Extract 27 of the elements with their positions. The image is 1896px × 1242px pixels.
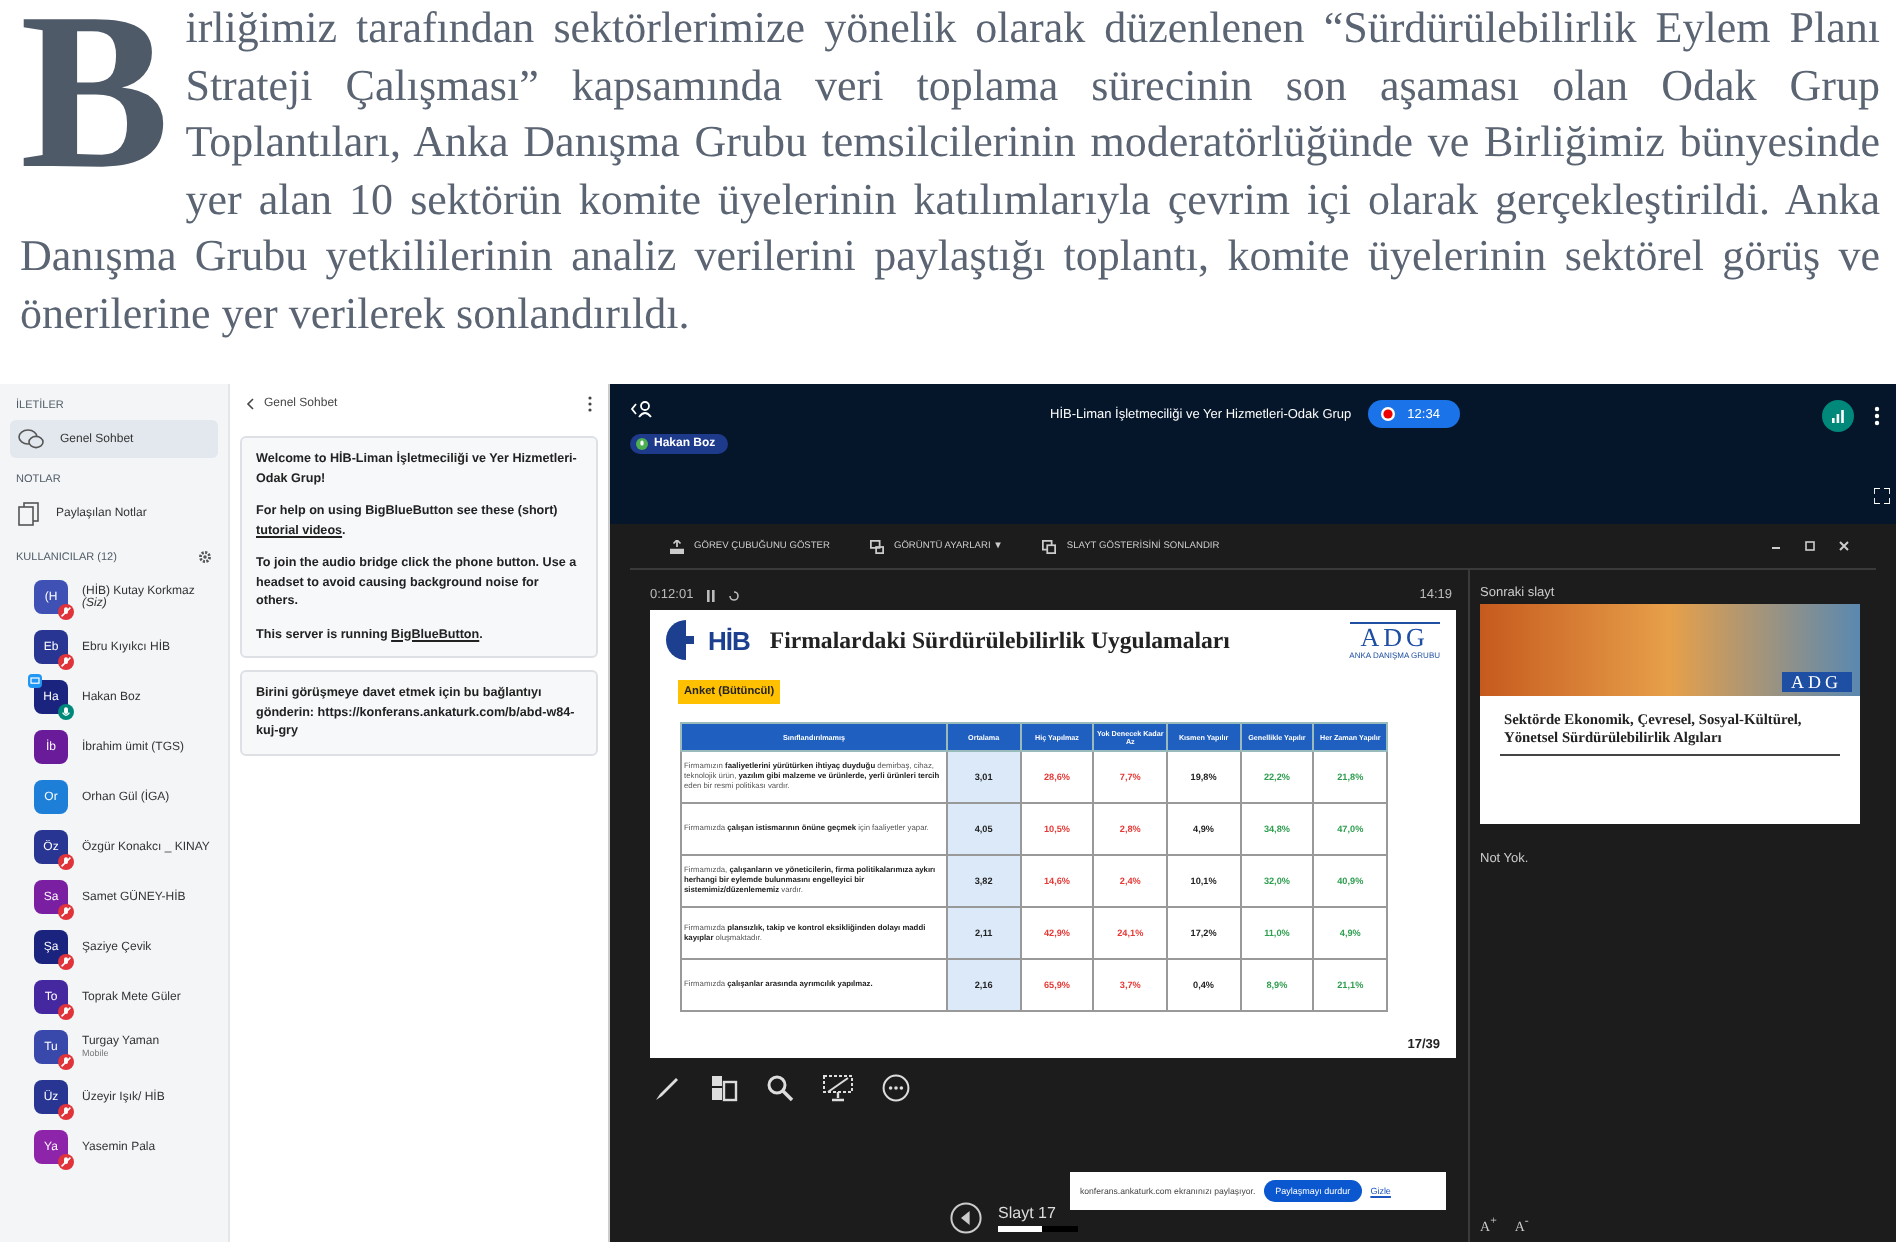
partner-logo: ADG xyxy=(1781,672,1852,692)
mic-icon xyxy=(636,438,648,450)
slide-title: Firmalardaki Sürdürülebilirlik Uygulamaları xyxy=(769,625,1232,655)
fullscreen-icon[interactable] xyxy=(1874,488,1890,504)
organization-logo: HİB xyxy=(666,620,750,660)
user-list-toggle-icon[interactable] xyxy=(630,400,654,418)
kebab-menu-icon[interactable] xyxy=(1874,406,1880,426)
slideshow-icon xyxy=(1042,539,1057,553)
layout-icon[interactable] xyxy=(710,1074,738,1102)
pause-icon[interactable] xyxy=(705,589,716,601)
search-icon[interactable] xyxy=(766,1074,794,1102)
chevron-left-icon xyxy=(246,398,254,410)
chat-bubbles-icon xyxy=(18,428,44,450)
reset-icon[interactable] xyxy=(727,589,740,601)
more-options-icon[interactable] xyxy=(882,1074,910,1102)
display-icon xyxy=(869,539,884,553)
window-controls-icon[interactable] xyxy=(1772,540,1852,552)
settings-icon[interactable] xyxy=(198,550,212,564)
taskbar-icon xyxy=(670,539,684,553)
documents-icon xyxy=(18,502,40,526)
screen-icon[interactable] xyxy=(822,1074,854,1102)
slide-label: Slayt 17 xyxy=(998,1204,1058,1222)
connection-status-icon[interactable] xyxy=(1822,400,1854,432)
pen-icon[interactable] xyxy=(654,1074,682,1102)
record-icon xyxy=(1379,406,1396,422)
previous-slide-icon[interactable] xyxy=(950,1202,982,1234)
drop-cap: B xyxy=(20,8,170,176)
